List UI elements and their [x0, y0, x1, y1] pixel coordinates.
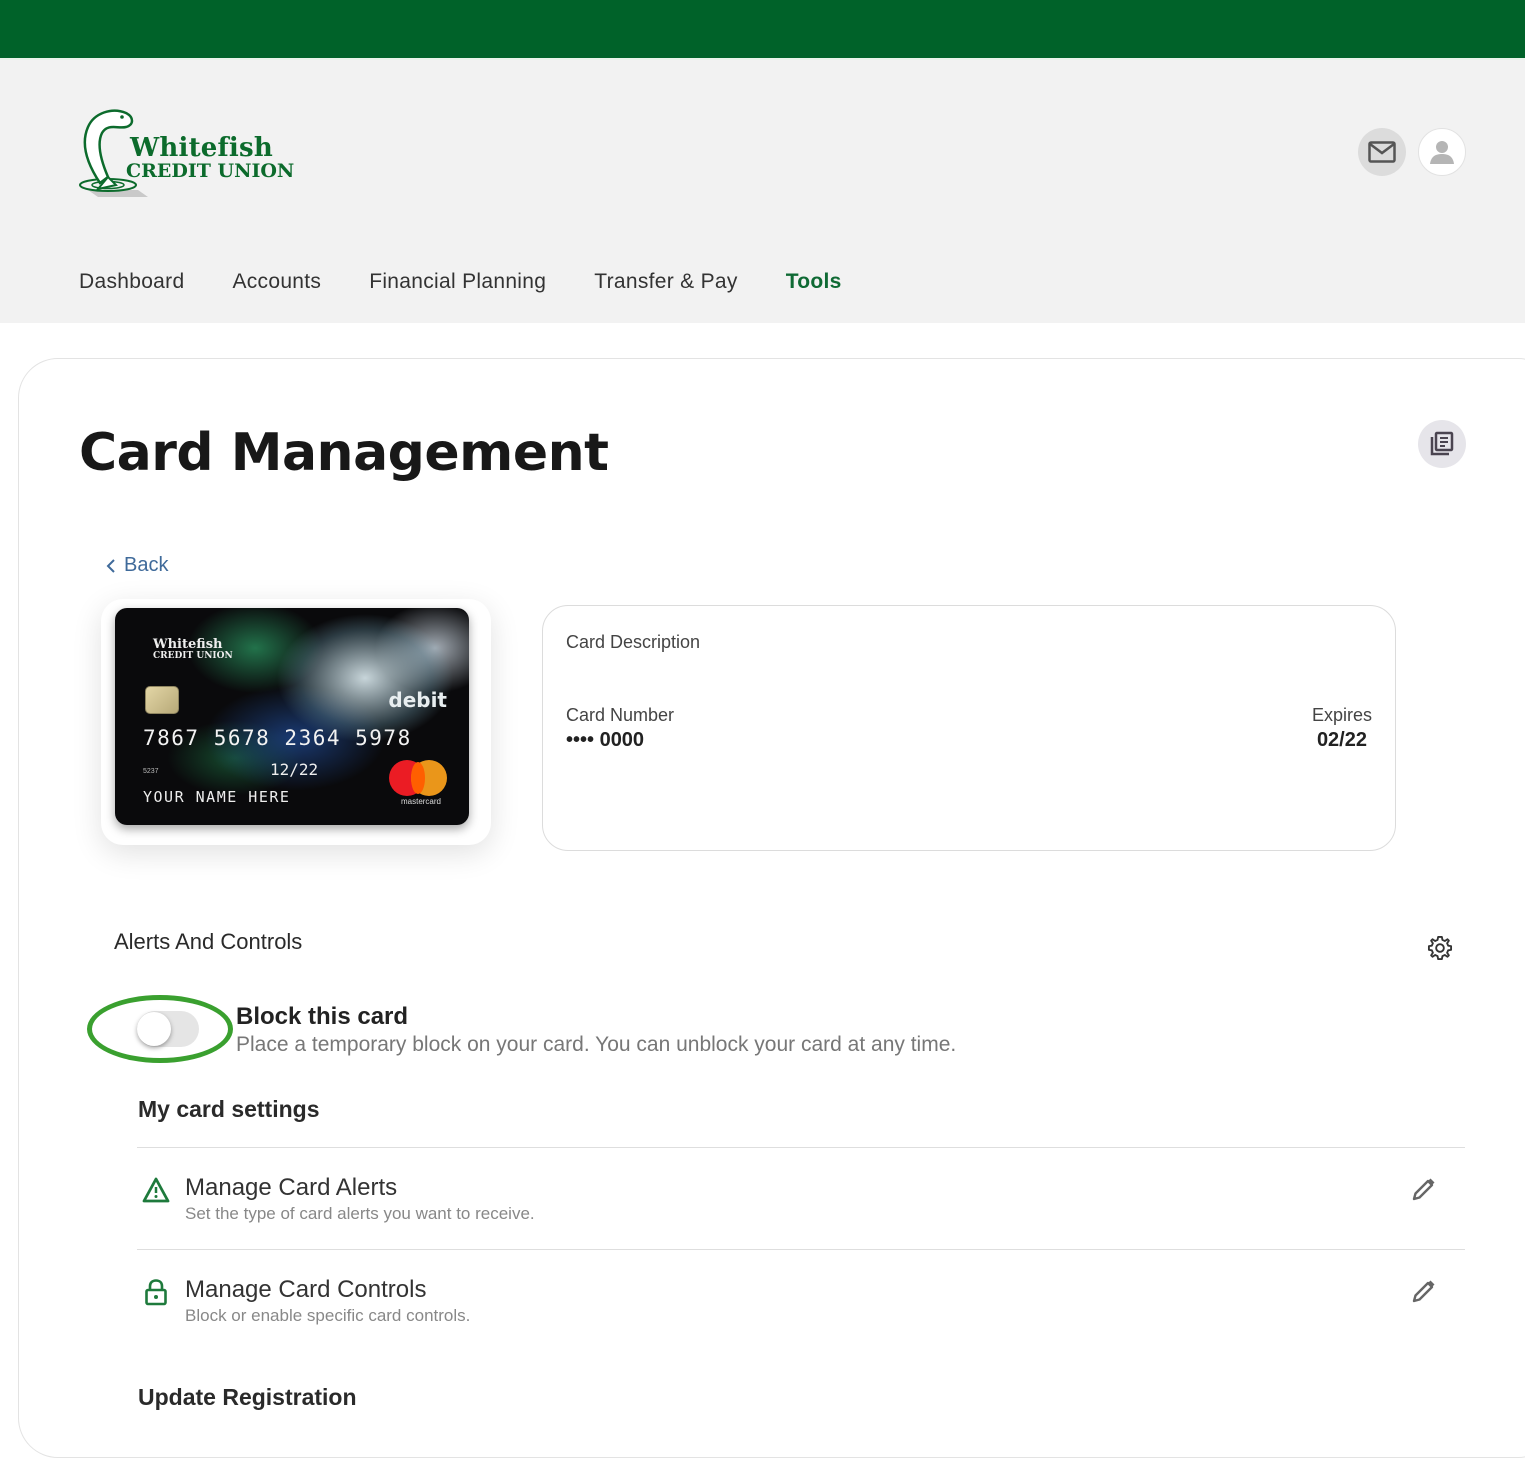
mail-icon [1368, 141, 1396, 163]
nav-tools[interactable]: Tools [786, 270, 842, 294]
back-label: Back [124, 554, 169, 576]
card-holder-name: YOUR NAME HERE [143, 788, 291, 806]
manage-card-controls-row[interactable]: Manage Card Controls Block or enable spe… [137, 1250, 1465, 1350]
manage-card-alerts-title: Manage Card Alerts [185, 1174, 398, 1201]
expires-value: 02/22 [1316, 729, 1367, 751]
manage-card-alerts-row[interactable]: Manage Card Alerts Set the type of card … [137, 1148, 1465, 1248]
mastercard-logo-icon: mastercard [389, 760, 449, 806]
manage-card-controls-title: Manage Card Controls [185, 1276, 427, 1303]
card-valid-thru: 12/22 [270, 760, 319, 779]
update-registration-title: Update Registration [138, 1384, 357, 1410]
gear-icon [1427, 935, 1453, 961]
chevron-left-icon [106, 558, 115, 573]
documents-button[interactable] [1418, 420, 1466, 468]
alerts-controls-heading: Alerts And Controls [114, 929, 303, 954]
manage-card-controls-description: Block or enable specific card controls. [185, 1306, 471, 1325]
chip-icon [145, 686, 179, 714]
document-list-icon [1430, 431, 1454, 456]
card-image-number: 7867 5678 2364 5978 [143, 726, 412, 750]
card-description-label: Card Description [566, 632, 701, 652]
nav-financial-planning[interactable]: Financial Planning [369, 270, 546, 294]
back-link[interactable]: Back [106, 554, 168, 577]
card-number-value: •••• 0000 [566, 729, 645, 751]
card-number-label: Card Number [566, 705, 675, 725]
card-small-code: 5237 [143, 768, 159, 775]
card-image-frame: Whitefish CREDIT UNION debit 7867 5678 2… [101, 599, 491, 845]
pencil-edit-icon[interactable] [1407, 1276, 1439, 1308]
card-type: debit [388, 688, 447, 712]
messages-button[interactable] [1358, 128, 1406, 176]
manage-card-alerts-description: Set the type of card alerts you want to … [185, 1204, 535, 1223]
card-brand-logo: Whitefish CREDIT UNION [153, 637, 233, 661]
warning-triangle-icon [142, 1177, 170, 1203]
lock-icon [145, 1279, 167, 1306]
main-nav: Dashboard Accounts Financial Planning Tr… [79, 270, 890, 294]
profile-button[interactable] [1418, 128, 1466, 176]
user-avatar-icon [1430, 141, 1454, 164]
my-card-settings-title: My card settings [138, 1096, 320, 1122]
logo-subtitle: CREDIT UNION [126, 160, 295, 182]
debit-card-image: Whitefish CREDIT UNION debit 7867 5678 2… [115, 608, 469, 825]
pencil-edit-icon[interactable] [1407, 1174, 1439, 1206]
top-brand-bar [0, 0, 1525, 60]
expires-label: Expires [1311, 705, 1372, 725]
nav-transfer-pay[interactable]: Transfer & Pay [594, 270, 737, 294]
nav-dashboard[interactable]: Dashboard [79, 270, 184, 294]
nav-accounts[interactable]: Accounts [232, 270, 321, 294]
block-card-toggle[interactable] [137, 1011, 199, 1047]
page-title: Card Management [79, 423, 609, 483]
whitefish-logo[interactable]: Whitefish CREDIT UNION [78, 105, 298, 200]
settings-button[interactable] [1426, 934, 1454, 962]
toggle-knob [137, 1012, 171, 1046]
card-info-box: Card Description Card Number •••• 0000 E… [542, 605, 1396, 851]
logo-title: Whitefish [130, 133, 273, 163]
block-card-title: Block this card [236, 1003, 409, 1030]
block-card-description: Place a temporary block on your card. Yo… [236, 1033, 957, 1056]
